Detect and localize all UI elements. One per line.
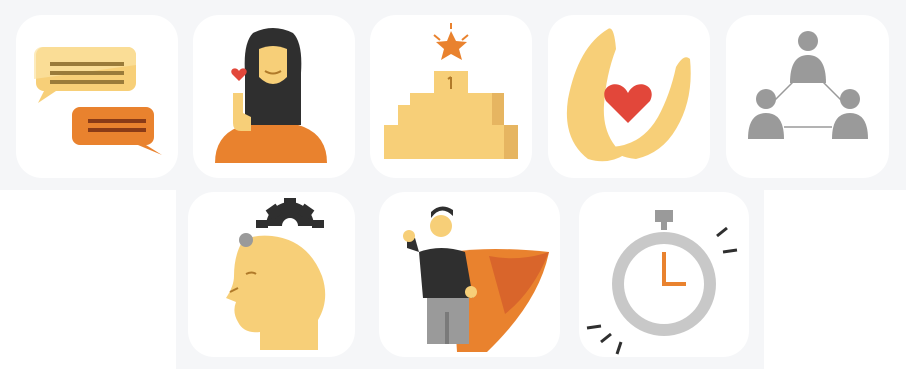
tile-chat bbox=[16, 15, 178, 178]
tile-stopwatch bbox=[579, 192, 749, 357]
superhero-icon bbox=[403, 206, 549, 352]
chat-bubbles-icon bbox=[34, 47, 162, 155]
tile-head bbox=[188, 192, 355, 357]
tile-hero bbox=[379, 192, 560, 357]
hands-heart-icon bbox=[566, 28, 691, 162]
people-network-icon bbox=[748, 31, 868, 139]
head-gear-icon bbox=[226, 198, 326, 350]
tile-podium bbox=[370, 15, 532, 178]
tile-network bbox=[726, 15, 889, 178]
tile-hands bbox=[548, 15, 710, 178]
woman-with-heart-icon bbox=[215, 28, 327, 163]
tile-woman bbox=[193, 15, 355, 178]
stopwatch-icon bbox=[586, 210, 738, 355]
podium-star-icon bbox=[384, 23, 518, 159]
